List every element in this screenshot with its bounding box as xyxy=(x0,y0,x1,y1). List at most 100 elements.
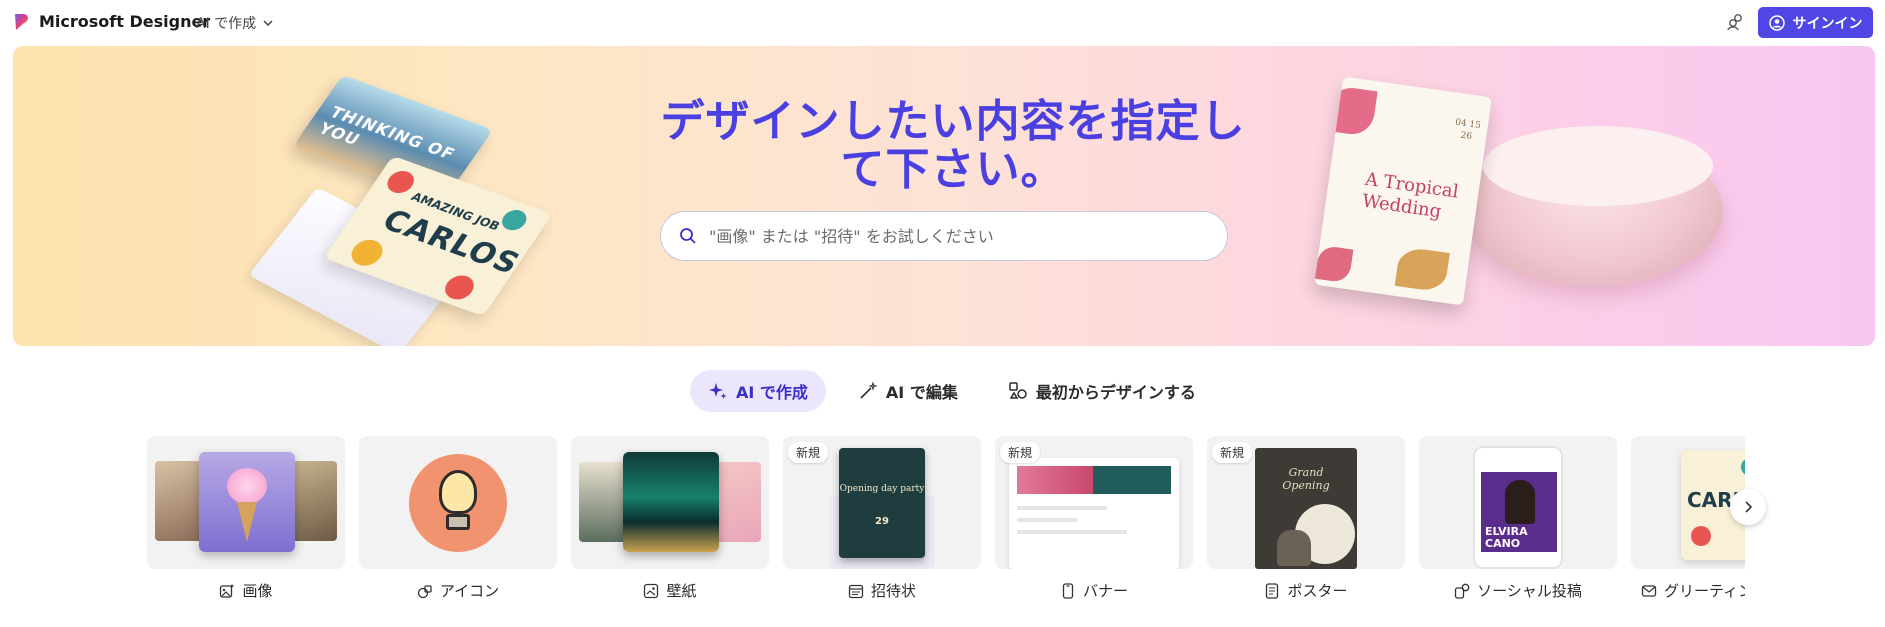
shapes-icon xyxy=(1009,382,1027,399)
document-icon xyxy=(1266,582,1279,599)
hero-title: デザインしたい内容を指定して下さい。 xyxy=(660,96,1246,195)
card-label: ポスター xyxy=(1207,580,1405,601)
tab-label: AI で編集 xyxy=(885,383,958,402)
card-poster[interactable]: Grand Opening 新規 ポスター xyxy=(1207,436,1405,606)
tab-ai-create[interactable]: AI で作成 xyxy=(690,370,826,412)
lightbulb-base xyxy=(446,514,470,530)
card-label-text: ソーシャル投稿 xyxy=(1477,582,1582,600)
card-thumbnail xyxy=(571,436,769,569)
decor-dot xyxy=(497,206,531,234)
ice-cream-cone xyxy=(237,502,257,542)
flower-decor xyxy=(1314,244,1354,284)
user-circle-icon xyxy=(1768,14,1785,31)
card-thumbnail: ELVIRA CANO xyxy=(1419,436,1617,569)
wallpaper-icon xyxy=(644,583,659,598)
banner-flowers xyxy=(1017,466,1093,494)
placeholder-line xyxy=(1017,518,1077,522)
designer-logo-icon[interactable] xyxy=(12,12,32,32)
tab-ai-edit[interactable]: AI で編集 xyxy=(840,370,976,412)
placeholder-line xyxy=(1017,530,1127,534)
card-image[interactable]: 画像 xyxy=(147,436,345,606)
card-invitation[interactable]: Opening day party 29 新規 招待状 xyxy=(783,436,981,606)
card-label-text: ポスター xyxy=(1287,582,1348,600)
thumb-banner-page xyxy=(1009,458,1179,569)
card-label: バナー xyxy=(995,580,1193,601)
carousel-next-button[interactable] xyxy=(1730,489,1766,525)
banner-teal-block xyxy=(1093,466,1171,494)
calendar-icon xyxy=(848,584,864,598)
card-thumbnail: CARL xyxy=(1631,436,1745,569)
card-label-text: グリーティン xyxy=(1664,582,1745,600)
card-label-text: 画像 xyxy=(242,582,273,600)
decor-dot xyxy=(1691,526,1711,546)
wedding-card: 04 15 26 A Tropical Wedding xyxy=(1314,76,1492,306)
card-thumbnail xyxy=(147,436,345,569)
card-thumbnail xyxy=(359,436,557,569)
mode-tabs: AI で作成 AI で編集 最初からデザインする xyxy=(690,370,1214,412)
social-post-name: ELVIRA CANO xyxy=(1485,525,1528,550)
poster-vase xyxy=(1277,530,1311,566)
signin-button[interactable]: サインイン xyxy=(1758,7,1873,38)
signin-label: サインイン xyxy=(1792,15,1863,32)
decor-dot xyxy=(1741,458,1745,476)
leaf-decor xyxy=(1394,246,1450,293)
card-banner[interactable]: 新規 バナー xyxy=(995,436,1193,606)
ice-cream-scoop xyxy=(227,468,267,504)
create-menu-label: AI で作成 xyxy=(196,16,257,32)
lightbulb-glass xyxy=(439,470,477,514)
card-label-text: 招待状 xyxy=(870,582,916,600)
decor-dot xyxy=(345,235,389,270)
card-label-text: アイコン xyxy=(439,582,500,600)
thumb-image-left xyxy=(155,461,205,541)
thumb-invite-card: Opening day party 29 xyxy=(839,448,925,558)
people-icon[interactable] xyxy=(1726,12,1746,32)
card-label: ソーシャル投稿 xyxy=(1419,580,1617,601)
card-label-text: 壁紙 xyxy=(666,582,697,600)
template-carousel: 画像 アイコン 壁紙 Opening day party 29 新規 招待状 新… xyxy=(147,436,1745,606)
mail-icon xyxy=(1641,584,1657,597)
social-post-image: ELVIRA CANO xyxy=(1481,472,1557,552)
brand-name[interactable]: Microsoft Designer xyxy=(39,12,210,31)
thumb-image-center xyxy=(199,452,295,552)
phone-icon xyxy=(1062,582,1074,599)
search-bar[interactable] xyxy=(660,211,1228,261)
card-label: 招待状 xyxy=(783,580,981,601)
social-post-icon xyxy=(1454,583,1470,599)
invite-date: 29 xyxy=(875,516,889,527)
card-social-post[interactable]: ELVIRA CANO ソーシャル投稿 xyxy=(1419,436,1617,606)
card-label: 画像 xyxy=(147,580,345,601)
icon-sparkle-icon xyxy=(417,584,432,598)
top-bar: Microsoft Designer AI で作成 サインイン xyxy=(0,0,1885,44)
thumb-aurora xyxy=(623,452,719,552)
wedding-title: A Tropical Wedding xyxy=(1360,168,1460,223)
tab-label: AI で作成 xyxy=(736,383,808,402)
image-sparkle-icon xyxy=(220,583,235,598)
card-wallpaper[interactable]: 壁紙 xyxy=(571,436,769,606)
card-label: グリーティン xyxy=(1631,580,1745,601)
magic-wand-icon xyxy=(860,381,878,399)
wedding-date: 04 15 26 xyxy=(1454,117,1482,143)
chevron-down-icon xyxy=(263,20,273,27)
card-label: アイコン xyxy=(359,580,557,601)
hero-banner: THINKING OF YOU AMAZING JOB CARLOS デザインし… xyxy=(13,46,1875,346)
search-icon xyxy=(680,228,696,244)
search-input[interactable] xyxy=(709,226,1189,246)
decor-dot xyxy=(439,271,480,304)
tab-label: 最初からデザインする xyxy=(1035,383,1196,402)
invite-title: Opening day party xyxy=(839,484,925,494)
card-label-text: バナー xyxy=(1082,582,1128,600)
thumb-phone: ELVIRA CANO xyxy=(1473,446,1563,569)
card-icon[interactable]: アイコン xyxy=(359,436,557,606)
poster-title: Grand Opening xyxy=(1282,466,1330,492)
social-post-person xyxy=(1505,480,1535,524)
cake-stand-top xyxy=(1483,126,1713,206)
card-label: 壁紙 xyxy=(571,580,769,601)
tab-design-from-scratch[interactable]: 最初からデザインする xyxy=(990,370,1214,412)
sparkle-icon xyxy=(709,383,727,399)
new-badge: 新規 xyxy=(1000,442,1041,463)
card-greeting[interactable]: CARL グリーティン xyxy=(1631,436,1745,606)
flower-decor xyxy=(1325,85,1378,138)
new-badge: 新規 xyxy=(1212,442,1253,463)
create-menu-dropdown[interactable]: AI で作成 xyxy=(196,13,274,33)
new-badge: 新規 xyxy=(788,442,829,463)
